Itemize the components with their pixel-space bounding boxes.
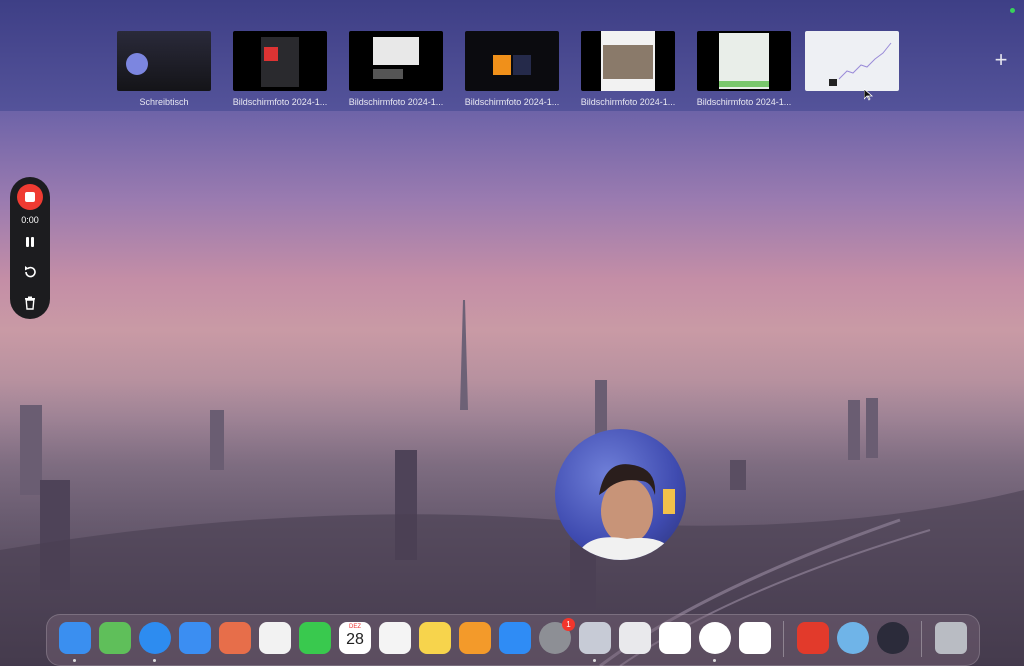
space-thumbnail xyxy=(233,31,327,91)
calendar-day: 28 xyxy=(346,631,364,648)
maps-icon[interactable] xyxy=(99,622,131,654)
space-screenshot-1[interactable]: Bildschirmfoto 2024-1... xyxy=(233,31,329,107)
webcam-person-image xyxy=(575,464,679,560)
space-thumbnail xyxy=(465,31,559,91)
pause-icon[interactable] xyxy=(22,234,38,250)
space-screenshot-2[interactable]: Bildschirmfoto 2024-1... xyxy=(349,31,445,107)
safari-icon[interactable] xyxy=(139,622,171,654)
trash-icon[interactable] xyxy=(22,295,38,311)
space-thumbnail xyxy=(581,31,675,91)
launchpad-icon[interactable] xyxy=(219,622,251,654)
dock: DEZ 28 1 xyxy=(46,614,980,666)
space-screenshot-3[interactable]: Bildschirmfoto 2024-1... xyxy=(465,31,561,107)
notes-icon[interactable] xyxy=(419,622,451,654)
recording-time: 0:00 xyxy=(21,215,39,225)
mail-icon[interactable] xyxy=(179,622,211,654)
space-thumbnail xyxy=(117,31,211,91)
notification-badge: 1 xyxy=(562,618,575,631)
facetime-icon[interactable] xyxy=(299,622,331,654)
space-label: Bildschirmfoto 2024-1... xyxy=(696,97,792,107)
obs-icon[interactable] xyxy=(877,622,909,654)
finder-icon[interactable] xyxy=(59,622,91,654)
trash-icon[interactable] xyxy=(935,622,967,654)
sublime-s-icon[interactable] xyxy=(797,622,829,654)
script-editor-icon[interactable] xyxy=(619,622,651,654)
app-store-icon[interactable] xyxy=(499,622,531,654)
screen-recorder-panel: 0:00 xyxy=(10,177,50,319)
restart-icon[interactable] xyxy=(22,264,38,280)
space-label: Bildschirmfoto 2024-1... xyxy=(580,97,676,107)
space-thumbnail xyxy=(349,31,443,91)
system-settings-icon[interactable]: 1 xyxy=(539,618,575,654)
wallpaper-city-skyline xyxy=(0,300,1024,666)
pages-icon[interactable] xyxy=(459,622,491,654)
reminders-icon[interactable] xyxy=(379,622,411,654)
photos-icon[interactable] xyxy=(259,622,291,654)
space-screenshot-6[interactable] xyxy=(805,31,901,97)
space-thumbnail xyxy=(697,31,791,91)
space-label: Bildschirmfoto 2024-1... xyxy=(348,97,444,107)
webcam-bubble[interactable] xyxy=(555,429,686,560)
preview-icon[interactable] xyxy=(579,622,611,654)
nordvpn-icon[interactable] xyxy=(739,622,771,654)
quicktime-icon[interactable] xyxy=(837,622,869,654)
space-label: Schreibtisch xyxy=(139,97,189,107)
calendar-icon[interactable]: DEZ 28 xyxy=(339,622,371,654)
space-thumbnail xyxy=(805,31,899,91)
status-dot xyxy=(1010,8,1015,13)
unity-icon[interactable] xyxy=(659,622,691,654)
space-screenshot-4[interactable]: Bildschirmfoto 2024-1... xyxy=(581,31,677,107)
add-space-button[interactable]: + xyxy=(990,49,1012,71)
space-label: Bildschirmfoto 2024-1... xyxy=(464,97,560,107)
chrome-icon[interactable] xyxy=(699,622,731,654)
mouse-cursor-icon xyxy=(864,89,874,101)
space-screenshot-5[interactable]: Bildschirmfoto 2024-1... xyxy=(697,31,793,107)
space-label: Bildschirmfoto 2024-1... xyxy=(232,97,328,107)
space-desktop[interactable]: Schreibtisch xyxy=(117,31,213,107)
calendar-month: DEZ xyxy=(349,624,361,630)
stop-recording-button[interactable] xyxy=(17,184,43,210)
webcam-thumb-icon xyxy=(126,53,148,75)
